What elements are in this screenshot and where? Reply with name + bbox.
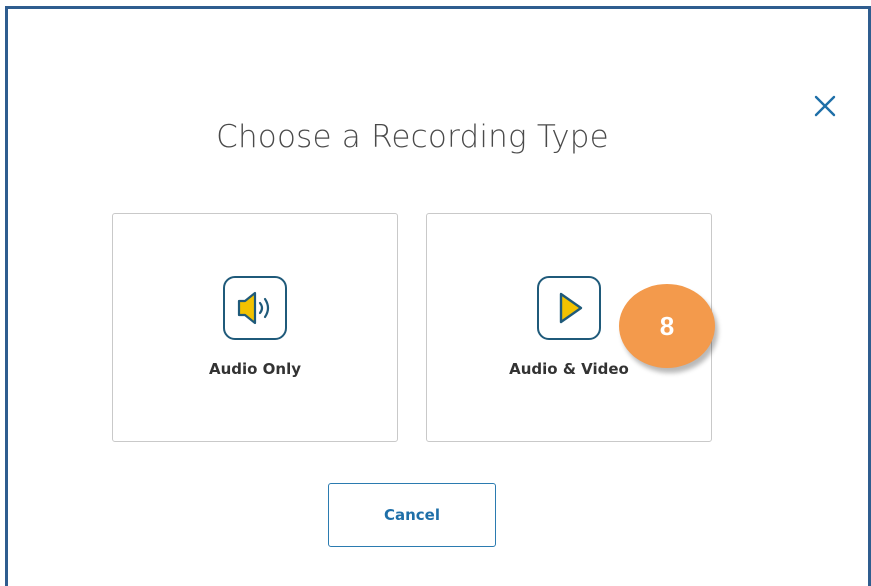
play-icon (537, 276, 601, 340)
close-button[interactable] (812, 93, 838, 119)
audio-only-label: Audio Only (208, 360, 302, 378)
cancel-button[interactable]: Cancel (328, 483, 496, 547)
dialog-title: Choose a Recording Type (216, 119, 609, 155)
speaker-icon (223, 276, 287, 340)
step-number-badge: 8 (619, 284, 715, 368)
close-icon (814, 95, 836, 117)
audio-only-option[interactable]: Audio Only (112, 213, 398, 442)
